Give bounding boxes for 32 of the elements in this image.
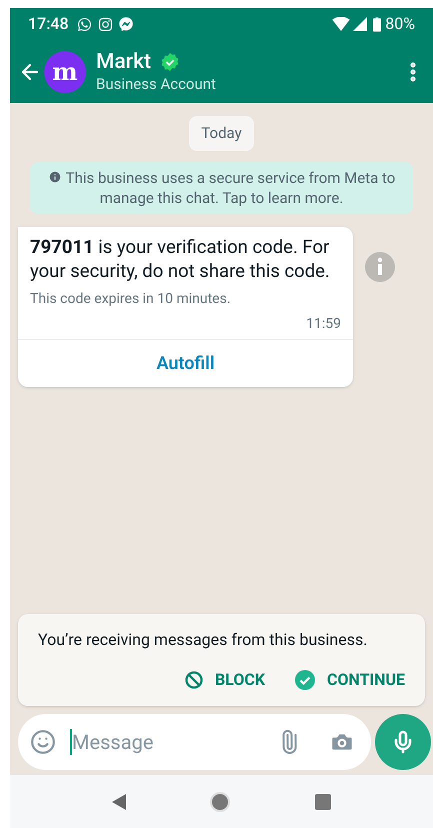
signal-icon [353,17,368,31]
message-note: This code expires in 10 minutes. [30,290,232,308]
back-nav-icon[interactable] [112,794,126,810]
continue-button[interactable]: CONTINUE [295,668,405,692]
block-icon [184,671,203,689]
notice-text: This business uses a secure service from Meta to manage this chat. Tap to learn more. [66,168,396,206]
home-nav-icon[interactable] [210,792,230,812]
battery-icon [373,16,382,32]
message-input[interactable]: Message [72,727,277,757]
verified-badge-icon [161,52,180,70]
message-field[interactable]: Message [18,714,371,770]
autofill-button[interactable]: Autofill [18,338,353,386]
check-circle-icon [295,670,315,690]
recents-nav-icon[interactable] [314,794,331,810]
date-chip: Today [189,116,254,150]
battery-percent: 80% [385,13,415,35]
block-button[interactable]: BLOCK [184,668,265,692]
chat-bubble-icon [76,16,92,32]
message-time: 11:59 [306,314,341,334]
business-card-text: You’re receiving messages from this business. [38,629,368,651]
wifi-icon [332,17,350,31]
contact-subtitle: Business Account [96,74,217,94]
status-time: 17:48 [28,13,69,35]
info-icon [48,170,62,184]
encryption-notice[interactable]: This business uses a secure service from Meta to manage this chat. Tap to learn more. [30,162,413,214]
contact-name[interactable]: Markt [96,50,152,74]
emoji-icon[interactable] [30,729,56,755]
avatar[interactable]: m [44,50,86,92]
lightning-bubble-icon [118,17,133,31]
camera-outline-icon [98,16,113,32]
message-text: 797011 is your verification code. For your security, do not share this code. [30,234,331,282]
text-cursor [70,729,72,755]
